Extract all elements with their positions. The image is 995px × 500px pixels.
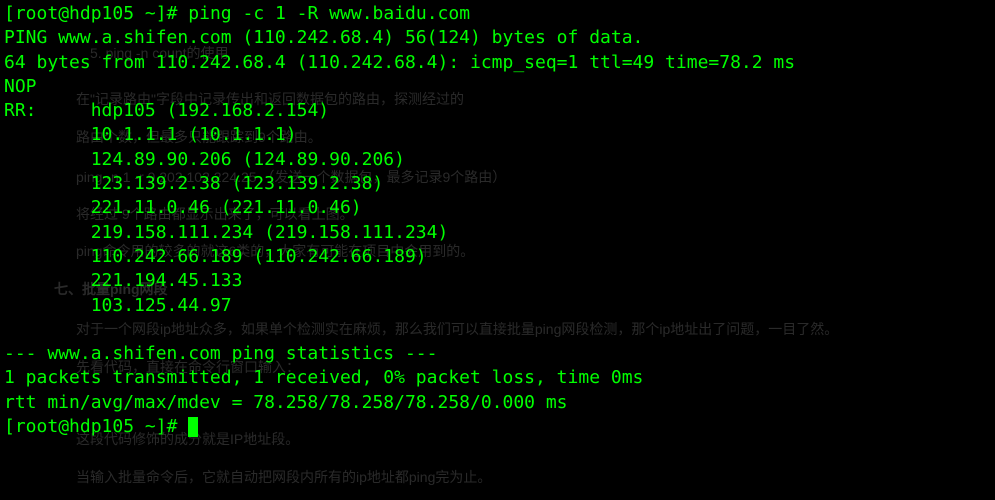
route-line: 219.158.111.234 (219.158.111.234) (4, 221, 991, 245)
blank-line (4, 318, 991, 342)
prompt-host: hdp105 (69, 3, 134, 24)
nop-line: NOP (4, 75, 991, 99)
ghost-text: 当输入批量命令后，它就自动把网段内所有的ip地址都ping完为止。 (76, 468, 491, 487)
route-line: RR: hdp105 (192.168.2.154) (4, 99, 991, 123)
prompt-symbol: # (167, 416, 178, 437)
stats-header: --- www.a.shifen.com ping statistics --- (4, 342, 991, 366)
prompt-line: [root@hdp105 ~]# ping -c 1 -R www.baidu.… (4, 2, 991, 26)
prompt-symbol: # (167, 3, 178, 24)
route-entry: 219.158.111.234 (219.158.111.234) (91, 222, 449, 243)
cursor (188, 417, 198, 437)
prompt-user: root (15, 416, 58, 437)
command-text: ping -c 1 -R www.baidu.com (188, 3, 470, 24)
route-entry: 110.242.66.189 (110.242.66.189) (91, 246, 427, 267)
route-line: 221.11.0.46 (221.11.0.46) (4, 196, 991, 220)
prompt-line: [root@hdp105 ~]# (4, 415, 991, 439)
route-line: 10.1.1.1 (10.1.1.1) (4, 123, 991, 147)
route-entry: 124.89.90.206 (124.89.90.206) (91, 149, 405, 170)
ping-header: PING www.a.shifen.com (110.242.68.4) 56(… (4, 26, 991, 50)
route-entry: 10.1.1.1 (10.1.1.1) (91, 124, 297, 145)
route-entry: 123.139.2.38 (123.139.2.38) (91, 173, 384, 194)
prompt-user: root (15, 3, 58, 24)
terminal-output[interactable]: [root@hdp105 ~]# ping -c 1 -R www.baidu.… (0, 0, 995, 441)
route-line: 124.89.90.206 (124.89.90.206) (4, 148, 991, 172)
prompt-path: ~ (145, 3, 156, 24)
route-entry: 221.11.0.46 (221.11.0.46) (91, 197, 362, 218)
prompt-path: ~ (145, 416, 156, 437)
stats-rtt: rtt min/avg/max/mdev = 78.258/78.258/78.… (4, 391, 991, 415)
route-line: 110.242.66.189 (110.242.66.189) (4, 245, 991, 269)
route-entry: hdp105 (192.168.2.154) (91, 100, 329, 121)
route-line: 123.139.2.38 (123.139.2.38) (4, 172, 991, 196)
route-line: 103.125.44.97 (4, 294, 991, 318)
stats-transmitted: 1 packets transmitted, 1 received, 0% pa… (4, 366, 991, 390)
prompt-host: hdp105 (69, 416, 134, 437)
ping-reply: 64 bytes from 110.242.68.4 (110.242.68.4… (4, 51, 991, 75)
rr-label: RR: (4, 100, 37, 121)
route-line: 221.194.45.133 (4, 269, 991, 293)
route-entry: 221.194.45.133 (91, 270, 243, 291)
route-entry: 103.125.44.97 (91, 295, 232, 316)
